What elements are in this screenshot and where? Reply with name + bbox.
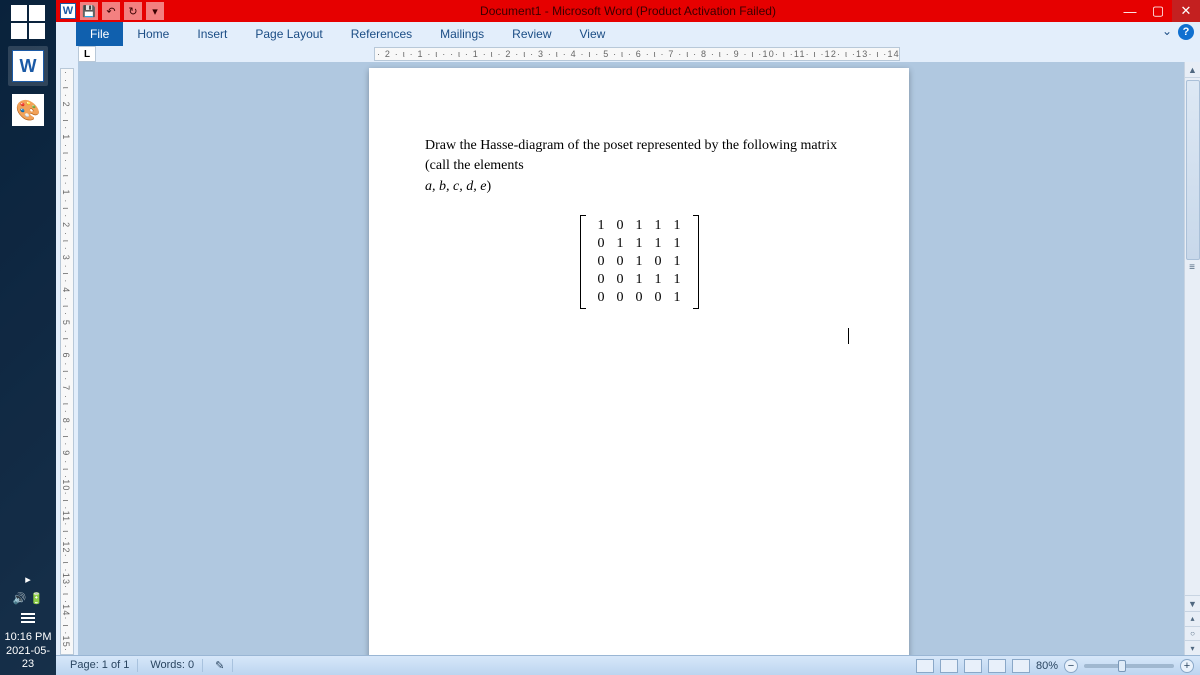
tab-mailings[interactable]: Mailings [426,22,498,46]
system-tray: ▸ 🔊 🔋 [13,573,43,625]
matrix-right-bracket [693,215,699,309]
maximize-button[interactable]: ▢ [1144,0,1172,22]
scroll-down-button[interactable]: ▼ [1185,595,1200,611]
zoom-slider[interactable] [1084,664,1174,668]
matrix-body: 10111 01111 00101 00111 00001 [592,217,687,307]
taskbar-item-paint[interactable]: 🎨 [8,90,48,130]
document-area: · · ι · 2 · ι · 1 · ι · · ι · 1 · ι · 2 … [56,62,1200,655]
tab-home[interactable]: Home [123,22,183,46]
vertical-ruler-scale: · · ι · 2 · ι · 1 · ι · · ι · 1 · ι · 2 … [60,68,74,655]
scroll-thumb[interactable] [1186,80,1200,260]
word-icon: W [12,50,44,82]
tab-review[interactable]: Review [498,22,565,46]
matrix-display: 10111 01111 00101 00111 00001 [425,215,853,309]
ribbon-minimize-icon[interactable]: ⌄ [1162,24,1172,40]
ribbon-tabs: File Home Insert Page Layout References … [56,22,1200,46]
status-words[interactable]: Words: 0 [142,659,203,672]
help-icon[interactable]: ? [1178,24,1194,40]
vertical-ruler[interactable]: · · ι · 2 · ι · 1 · ι · · ι · 1 · ι · 2 … [56,62,78,655]
save-button[interactable]: 💾 [80,2,98,20]
taskbar-item-word[interactable]: W [8,46,48,86]
zoom-out-button[interactable]: − [1064,659,1078,673]
tab-page-layout[interactable]: Page Layout [241,22,336,46]
close-button[interactable]: ✕ [1172,0,1200,22]
start-button[interactable] [8,2,48,42]
document-viewport[interactable]: Draw the Hasse-diagram of the poset repr… [78,62,1200,655]
tab-insert[interactable]: Insert [183,22,241,46]
view-draft[interactable] [1012,659,1030,673]
previous-page-button[interactable]: ▴ [1185,611,1200,626]
title-bar: W 💾 ↶ ↻ ▾ Document1 - Microsoft Word (Pr… [56,0,1200,22]
select-browse-object[interactable]: ○ [1185,626,1200,641]
tray-expand-icon[interactable]: ▸ [25,573,31,586]
status-bar: Page: 1 of 1 Words: 0 ✎ 80% − + [56,655,1200,675]
minimize-button[interactable]: — [1116,0,1144,22]
view-web-layout[interactable] [964,659,982,673]
tab-stop-selector[interactable]: L [78,46,96,62]
qat-customize-button[interactable]: ▾ [146,2,164,20]
network-icon[interactable] [21,611,35,625]
redo-button[interactable]: ↻ [124,2,142,20]
matrix-left-bracket [580,215,586,309]
document-page[interactable]: Draw the Hasse-diagram of the poset repr… [369,68,909,655]
tab-file[interactable]: File [76,22,123,46]
horizontal-ruler[interactable]: L · 2 · ι · 1 · ι · · ι · 1 · ι · 2 · ι … [78,46,1200,62]
vertical-scrollbar[interactable]: ▲ ≡ ▼ ▴ ○ ▾ [1184,62,1200,655]
document-title: Document1 - Microsoft Word (Product Acti… [56,4,1200,18]
status-proofing-icon[interactable]: ✎ [207,659,233,672]
windows-logo-icon [11,5,45,39]
zoom-slider-thumb[interactable] [1118,660,1126,672]
clock-time: 10:16 PM [0,631,56,644]
zoom-in-button[interactable]: + [1180,659,1194,673]
taskbar-clock[interactable]: 10:16 PM 2021-05-23 [0,631,56,671]
tab-references[interactable]: References [337,22,426,46]
windows-taskbar: W 🎨 ▸ 🔊 🔋 10:16 PM 2021-05-23 [0,0,56,675]
tab-view[interactable]: View [566,22,620,46]
browse-object-icon[interactable]: ≡ [1189,262,1195,273]
text-cursor [848,328,849,344]
view-outline[interactable] [988,659,1006,673]
horizontal-ruler-scale: · 2 · ι · 1 · ι · · ι · 1 · ι · 2 · ι · … [374,47,900,61]
paint-icon: 🎨 [12,94,44,126]
quick-access-toolbar: W 💾 ↶ ↻ ▾ [56,0,164,22]
volume-icon[interactable]: 🔊 🔋 [13,592,43,605]
problem-text-line1: Draw the Hasse-diagram of the poset repr… [425,138,837,173]
word-window: W 💾 ↶ ↻ ▾ Document1 - Microsoft Word (Pr… [56,0,1200,675]
problem-variables: a, b, c, d, e [425,179,486,194]
zoom-level[interactable]: 80% [1036,660,1058,672]
view-full-screen[interactable] [940,659,958,673]
undo-button[interactable]: ↶ [102,2,120,20]
status-page[interactable]: Page: 1 of 1 [62,659,138,672]
problem-paren: ) [486,179,491,194]
word-app-icon[interactable]: W [60,3,76,19]
clock-date: 2021-05-23 [0,645,56,671]
next-page-button[interactable]: ▾ [1185,640,1200,655]
problem-statement: Draw the Hasse-diagram of the poset repr… [425,136,853,197]
view-print-layout[interactable] [916,659,934,673]
scroll-up-button[interactable]: ▲ [1185,62,1200,78]
